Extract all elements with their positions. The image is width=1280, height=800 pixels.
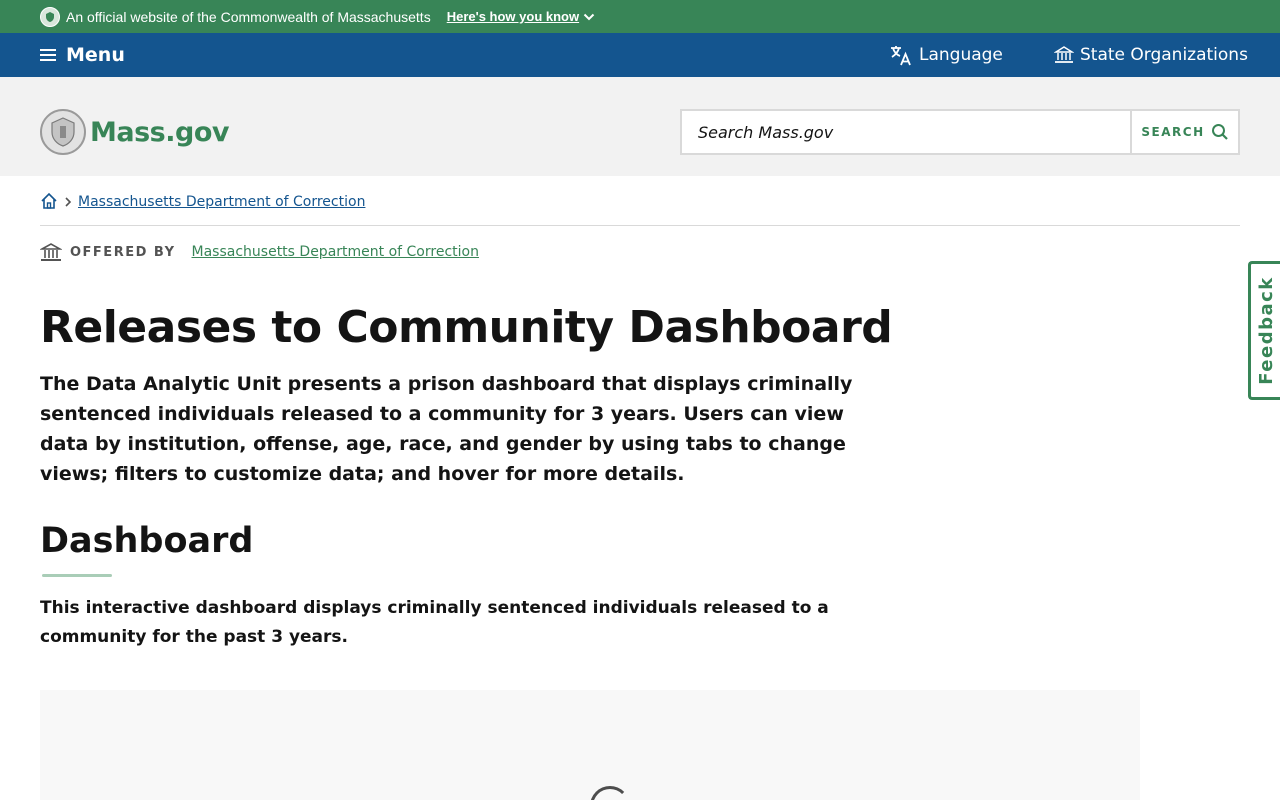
language-label: Language [919,45,1003,65]
offered-by-label: OFFERED BY [70,244,176,260]
section-text: This interactive dashboard displays crim… [40,598,829,647]
chevron-right-icon [64,192,72,212]
breadcrumb: Massachusetts Department of Correction [40,192,1240,226]
search-form: SEARCH [680,109,1240,155]
building-icon [40,243,62,261]
state-organizations-label: State Organizations [1080,45,1248,65]
search-button[interactable]: SEARCH [1130,111,1238,153]
search-icon [1211,124,1228,140]
feedback-tab[interactable]: Feedback [1248,261,1280,400]
section-divider [42,574,112,577]
menu-button[interactable]: Menu [40,33,125,77]
chevron-down-icon [583,13,595,20]
heres-how-you-know-label: Here's how you know [446,9,580,24]
mass-gov-logo-link[interactable]: Mass.gov [40,109,229,155]
home-icon [41,192,57,209]
menu-label: Menu [66,44,125,66]
translate-icon [891,46,911,66]
search-input[interactable] [682,111,1130,153]
page-title: Releases to Community Dashboard [40,302,893,353]
hamburger-icon [40,49,56,61]
state-organizations-button[interactable]: State Organizations [1054,33,1248,77]
official-banner: An official website of the Commonwealth … [0,0,1280,33]
state-seal-icon [40,6,60,27]
feedback-label: Feedback [1256,276,1278,385]
breadcrumb-home-link[interactable] [40,192,58,210]
section-title: Dashboard [40,521,254,561]
search-button-label: SEARCH [1141,125,1205,139]
site-header: Mass.gov SEARCH [0,77,1280,176]
state-seal-icon [40,109,86,155]
utility-nav: Menu Language State Organizations [0,33,1280,77]
logo-text: Mass.gov [90,116,229,148]
building-icon [1054,46,1074,63]
offered-by: OFFERED BY Massachusetts Department of C… [40,241,479,263]
dashboard-embed[interactable] [40,690,1140,800]
loading-spinner-icon [590,786,630,800]
official-banner-text: An official website of the Commonwealth … [66,8,431,25]
heres-how-you-know-link[interactable]: Here's how you know [447,9,595,24]
breadcrumb-item-doc[interactable]: Massachusetts Department of Correction [78,192,365,212]
offered-by-org-link[interactable]: Massachusetts Department of Correction [192,244,479,260]
language-button[interactable]: Language [889,33,1003,77]
page-lead: The Data Analytic Unit presents a prison… [40,373,853,485]
